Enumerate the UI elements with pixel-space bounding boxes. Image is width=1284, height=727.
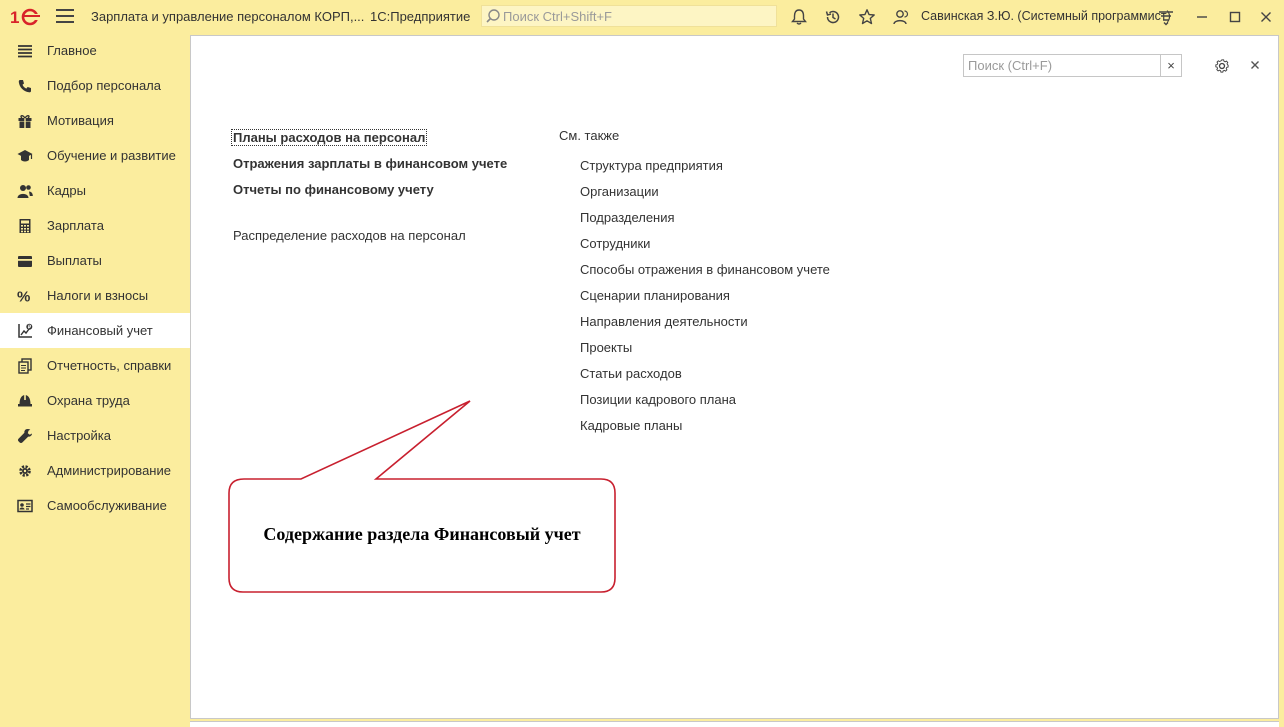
1c-logo-icon[interactable]: 1	[10, 7, 44, 27]
see-also-link[interactable]: Сценарии планирования	[580, 288, 730, 303]
graduation-cap-icon	[17, 150, 33, 162]
close-icon[interactable]	[1247, 57, 1263, 73]
see-also-link[interactable]: Структура предприятия	[580, 158, 723, 173]
link-expense-distribution[interactable]: Распределение расходов на персонал	[233, 228, 466, 243]
phone-icon	[18, 80, 31, 93]
sidebar-item-label: Налоги и взносы	[47, 288, 149, 303]
see-also-link[interactable]: Способы отражения в финансовом учете	[580, 262, 830, 277]
sidebar-item-motivation[interactable]: Мотивация	[0, 103, 190, 138]
clear-search-button[interactable]: ×	[1160, 55, 1181, 76]
sidebar-item-personnel[interactable]: Кадры	[0, 173, 190, 208]
percent-icon: %	[17, 289, 30, 305]
wallet-icon	[18, 256, 32, 267]
see-also-link[interactable]: Сотрудники	[580, 236, 650, 251]
sidebar-item-label: Администрирование	[47, 463, 171, 478]
sidebar-item-label: Зарплата	[47, 218, 104, 233]
sidebar-item-label: Отчетность, справки	[47, 358, 172, 373]
sidebar-item-reports[interactable]: Отчетность, справки	[0, 348, 190, 383]
sidebar-item-label: Охрана труда	[47, 393, 130, 408]
close-window-icon[interactable]	[1257, 8, 1275, 26]
sidebar-item-label: Мотивация	[47, 113, 114, 128]
section-search-box[interactable]: ×	[963, 54, 1182, 77]
sidebar-item-taxes[interactable]: % Налоги и взносы	[0, 278, 190, 313]
callout-text: Содержание раздела Финансовый учет	[263, 524, 581, 544]
sidebar-item-payments[interactable]: Выплаты	[0, 243, 190, 278]
global-search-box[interactable]	[481, 5, 777, 27]
sidebar-item-main[interactable]: Главное	[0, 33, 190, 68]
settings-menu-icon[interactable]	[1157, 8, 1175, 26]
wrench-icon	[17, 429, 32, 444]
content-bottom-edge	[190, 721, 1279, 727]
sidebar-item-recruitment[interactable]: Подбор персонала	[0, 68, 190, 103]
helmet-icon	[18, 395, 32, 407]
sidebar-item-salary[interactable]: Зарплата	[0, 208, 190, 243]
see-also-link[interactable]: Направления деятельности	[580, 314, 748, 329]
gear-people-icon	[19, 465, 31, 477]
minimize-icon[interactable]	[1193, 8, 1211, 26]
sidebar-item-administration[interactable]: Администрирование	[0, 453, 190, 488]
see-also-link[interactable]: Статьи расходов	[580, 366, 682, 381]
see-also-link[interactable]: Позиции кадрового плана	[580, 392, 736, 407]
sections-panel: Главное Подбор персонала Мотивация Обуче…	[0, 33, 190, 726]
sidebar-item-label: Финансовый учет	[47, 323, 153, 338]
platform-name: 1С:Предприятие	[370, 9, 471, 24]
svg-text:1: 1	[10, 8, 19, 27]
calculator-icon	[19, 219, 31, 233]
sidebar-item-label: Выплаты	[47, 253, 102, 268]
see-also-title: См. также	[559, 128, 620, 143]
see-also-link[interactable]: Подразделения	[580, 210, 675, 225]
app-title: Зарплата и управление персоналом КОРП,..…	[91, 9, 365, 24]
link-personnel-expense-plans[interactable]: Планы расходов на персонал	[230, 129, 428, 146]
sidebar-item-financial-accounting[interactable]: ₽ Финансовый учет	[0, 313, 190, 348]
link-salary-reflection[interactable]: Отражения зарплаты в финансовом учете	[233, 156, 507, 171]
see-also-link[interactable]: Проекты	[580, 340, 632, 355]
people-icon	[17, 185, 33, 198]
sidebar-item-settings[interactable]: Настройка	[0, 418, 190, 453]
main-menu-icon[interactable]	[56, 9, 74, 25]
see-also-link[interactable]: Кадровые планы	[580, 418, 682, 433]
search-icon	[486, 9, 500, 23]
title-bar: 1 Зарплата и управление персоналом КОРП,…	[0, 0, 1284, 33]
sidebar-item-label: Настройка	[47, 428, 111, 443]
section-content-panel: × Планы расходов на персонал Отражения з…	[190, 35, 1279, 719]
gear-icon[interactable]	[1213, 57, 1231, 75]
section-search-input[interactable]	[964, 55, 1162, 76]
sidebar-item-label: Главное	[47, 43, 97, 58]
see-also-link[interactable]: Организации	[580, 184, 659, 199]
gift-icon	[18, 115, 32, 128]
finance-chart-icon: ₽	[18, 323, 33, 338]
documents-icon	[18, 358, 32, 374]
id-card-icon	[17, 499, 33, 513]
sidebar-item-labor-protection[interactable]: Охрана труда	[0, 383, 190, 418]
history-icon[interactable]	[824, 8, 842, 26]
global-search-input[interactable]	[501, 8, 765, 24]
sidebar-item-training[interactable]: Обучение и развитие	[0, 138, 190, 173]
svg-text:%: %	[17, 289, 30, 305]
maximize-icon[interactable]	[1226, 8, 1244, 26]
user-icon[interactable]	[892, 8, 910, 26]
list-icon	[18, 45, 32, 58]
sidebar-item-label: Кадры	[47, 183, 86, 198]
star-icon[interactable]	[858, 8, 876, 26]
sidebar-item-self-service[interactable]: Самообслуживание	[0, 488, 190, 523]
sidebar-item-label: Самообслуживание	[47, 498, 167, 513]
bell-icon[interactable]	[790, 8, 808, 26]
current-user[interactable]: Савинская З.Ю. (Системный программист)	[921, 9, 1171, 23]
sidebar-item-label: Подбор персонала	[47, 78, 161, 93]
link-financial-reports[interactable]: Отчеты по финансовому учету	[233, 182, 434, 197]
sidebar-item-label: Обучение и развитие	[47, 148, 176, 163]
